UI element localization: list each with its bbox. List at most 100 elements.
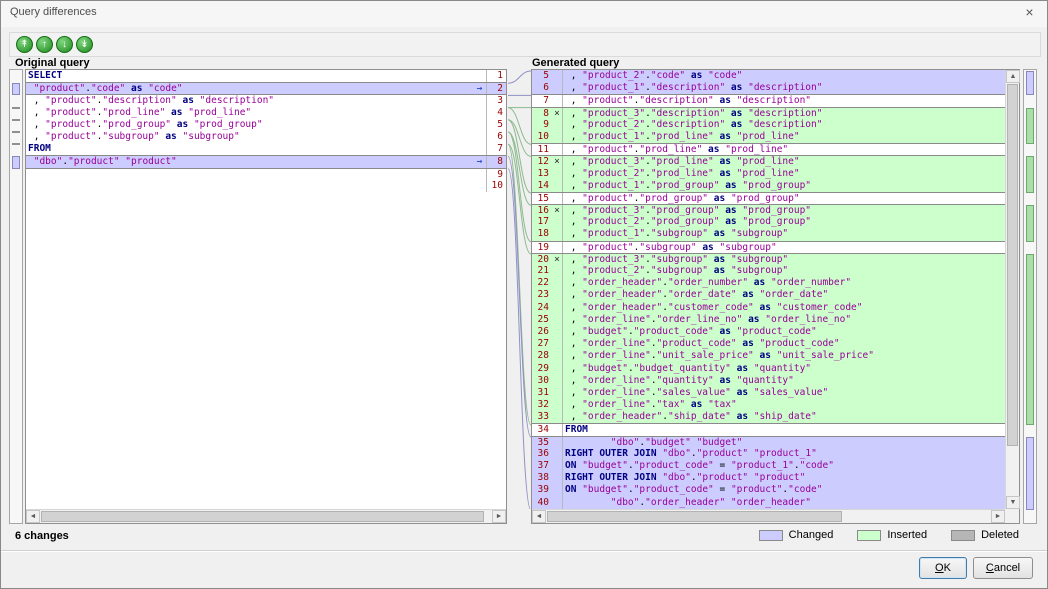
- code-line[interactable]: "dbo"."product" "product"→8: [26, 155, 506, 167]
- code-text: FROM: [26, 143, 473, 155]
- current-diff-arrow-icon: →: [473, 83, 486, 94]
- ruler-marker[interactable]: [12, 83, 20, 95]
- ruler-marker[interactable]: [12, 131, 20, 133]
- code-line[interactable]: , "product"."description" as "descriptio…: [26, 94, 506, 106]
- scroll-left-icon[interactable]: ◄: [532, 510, 546, 523]
- code-line[interactable]: , "product"."prod_group" as "prod_group"…: [26, 119, 506, 131]
- ruler-marker[interactable]: [1026, 156, 1034, 193]
- code-line[interactable]: 8× , "product_3"."description" as "descr…: [532, 107, 1005, 119]
- code-line[interactable]: , "product"."prod_line" as "prod_line"4: [26, 107, 506, 119]
- code-line[interactable]: 29 , "budget"."budget_quantity" as "quan…: [532, 363, 1005, 375]
- line-number: 9: [532, 119, 552, 131]
- mark-cell: [552, 70, 563, 82]
- code-line[interactable]: 36RIGHT OUTER JOIN "dbo"."product" "prod…: [532, 448, 1005, 460]
- code-line[interactable]: 12× , "product_3"."prod_line" as "prod_l…: [532, 155, 1005, 167]
- code-line[interactable]: 28 , "order_line"."unit_sale_price" as "…: [532, 350, 1005, 362]
- code-line[interactable]: , "product"."subgroup" as "subgroup"6: [26, 131, 506, 143]
- code-text: , "product"."description" as "descriptio…: [563, 95, 1005, 106]
- code-line[interactable]: 39ON "budget"."product_code" = "product"…: [532, 484, 1005, 496]
- line-number: 2: [486, 83, 506, 94]
- code-line[interactable]: 21 , "product_2"."subgroup" as "subgroup…: [532, 265, 1005, 277]
- code-line[interactable]: 16× , "product_3"."prod_group" as "prod_…: [532, 204, 1005, 216]
- code-line[interactable]: SELECT1: [26, 70, 506, 82]
- code-line[interactable]: 7 , "product"."description" as "descript…: [532, 94, 1005, 106]
- code-line[interactable]: 11 , "product"."prod_line" as "prod_line…: [532, 143, 1005, 155]
- code-line[interactable]: 30 , "order_line"."quantity" as "quantit…: [532, 375, 1005, 387]
- code-line[interactable]: 18 , "product_1"."subgroup" as "subgroup…: [532, 228, 1005, 240]
- code-line[interactable]: 22 , "order_header"."order_number" as "o…: [532, 277, 1005, 289]
- right-horizontal-scrollbar[interactable]: ◄ ►: [532, 509, 1005, 523]
- code-line[interactable]: 10 , "product_1"."prod_line" as "prod_li…: [532, 131, 1005, 143]
- code-line[interactable]: 37ON "budget"."product_code" = "product_…: [532, 460, 1005, 472]
- code-line[interactable]: FROM7: [26, 143, 506, 155]
- code-text: , "order_line"."quantity" as "quantity": [563, 375, 1005, 387]
- ok-button[interactable]: OK: [919, 557, 967, 579]
- code-line[interactable]: 24 , "order_header"."customer_code" as "…: [532, 302, 1005, 314]
- line-number: 35: [532, 437, 552, 448]
- ruler-marker[interactable]: [1026, 254, 1034, 425]
- cancel-button[interactable]: Cancel: [973, 557, 1033, 579]
- code-line[interactable]: 33 , "order_header"."ship_date" as "ship…: [532, 411, 1005, 423]
- line-number: 10: [532, 131, 552, 143]
- ruler-marker[interactable]: [12, 119, 20, 121]
- mark-cell: [552, 277, 563, 289]
- diff-cross-mark-icon: ×: [552, 156, 563, 167]
- left-horizontal-scrollbar[interactable]: ◄ ►: [26, 509, 506, 523]
- code-line[interactable]: 6 , "product_1"."description" as "descri…: [532, 82, 1005, 94]
- scroll-left-icon[interactable]: ◄: [26, 510, 40, 523]
- mark-cell: [552, 375, 563, 387]
- code-line[interactable]: 32 , "order_line"."tax" as "tax": [532, 399, 1005, 411]
- code-line[interactable]: 23 , "order_header"."order_date" as "ord…: [532, 289, 1005, 301]
- code-line[interactable]: 15 , "product"."prod_group" as "prod_gro…: [532, 192, 1005, 204]
- code-line[interactable]: 26 , "budget"."product_code" as "product…: [532, 326, 1005, 338]
- line-number: 15: [532, 193, 552, 204]
- code-line[interactable]: 19 , "product"."subgroup" as "subgroup": [532, 241, 1005, 253]
- code-line[interactable]: 27 , "order_line"."product_code" as "pro…: [532, 338, 1005, 350]
- ruler-marker[interactable]: [1026, 205, 1034, 242]
- line-number: 34: [532, 424, 552, 435]
- right-vscroll-thumb[interactable]: [1007, 84, 1018, 446]
- ruler-marker[interactable]: [12, 143, 20, 145]
- right-overview-ruler[interactable]: [1023, 69, 1037, 524]
- scroll-down-icon[interactable]: ▼: [1006, 496, 1020, 509]
- next-difference-button[interactable]: ↓: [56, 36, 73, 53]
- code-line[interactable]: 35 "dbo"."budget" "budget": [532, 436, 1005, 448]
- code-line[interactable]: 25 , "order_line"."order_line_no" as "or…: [532, 314, 1005, 326]
- left-overview-ruler[interactable]: [9, 69, 23, 524]
- right-vertical-scrollbar[interactable]: ▲ ▼: [1005, 70, 1019, 509]
- code-line[interactable]: "product"."code" as "code"→2: [26, 82, 506, 94]
- code-line[interactable]: 20× , "product_3"."subgroup" as "subgrou…: [532, 253, 1005, 265]
- code-line[interactable]: 13 , "product_2"."prod_line" as "prod_li…: [532, 168, 1005, 180]
- legend-changed-label: Changed: [789, 529, 834, 541]
- code-line[interactable]: 38RIGHT OUTER JOIN "dbo"."product" "prod…: [532, 472, 1005, 484]
- code-line[interactable]: 14 , "product_1"."prod_group" as "prod_g…: [532, 180, 1005, 192]
- close-icon[interactable]: ×: [1021, 4, 1038, 21]
- code-line[interactable]: 9 , "product_2"."description" as "descri…: [532, 119, 1005, 131]
- previous-difference-button[interactable]: ↑: [36, 36, 53, 53]
- line-number: 40: [532, 497, 552, 509]
- left-hscroll-thumb[interactable]: [41, 511, 484, 522]
- scroll-up-icon[interactable]: ▲: [1006, 70, 1020, 83]
- ruler-marker[interactable]: [1026, 71, 1034, 95]
- first-difference-button[interactable]: ↟: [16, 36, 33, 53]
- code-line[interactable]: 34FROM: [532, 423, 1005, 435]
- mark-cell: [552, 314, 563, 326]
- code-line[interactable]: 10: [26, 180, 506, 192]
- code-line[interactable]: 17 , "product_2"."prod_group" as "prod_g…: [532, 216, 1005, 228]
- ruler-marker[interactable]: [12, 156, 20, 168]
- last-difference-button[interactable]: ↡: [76, 36, 93, 53]
- ruler-marker[interactable]: [1026, 108, 1034, 145]
- original-query-label: Original query: [15, 57, 90, 69]
- code-line[interactable]: 31 , "order_line"."sales_value" as "sale…: [532, 387, 1005, 399]
- code-line[interactable]: 5 , "product_2"."code" as "code": [532, 70, 1005, 82]
- right-hscroll-thumb[interactable]: [547, 511, 842, 522]
- ruler-marker[interactable]: [1026, 437, 1034, 510]
- code-line[interactable]: 40 "dbo"."order_header" "order_header": [532, 497, 1005, 509]
- code-line[interactable]: 9: [26, 168, 506, 180]
- scroll-right-icon[interactable]: ►: [991, 510, 1005, 523]
- scroll-right-icon[interactable]: ►: [492, 510, 506, 523]
- ruler-marker[interactable]: [12, 107, 20, 109]
- code-text: , "product"."prod_group" as "prod_group": [563, 193, 1005, 204]
- line-number: 10: [486, 180, 506, 192]
- code-text: , "product_2"."subgroup" as "subgroup": [563, 265, 1005, 277]
